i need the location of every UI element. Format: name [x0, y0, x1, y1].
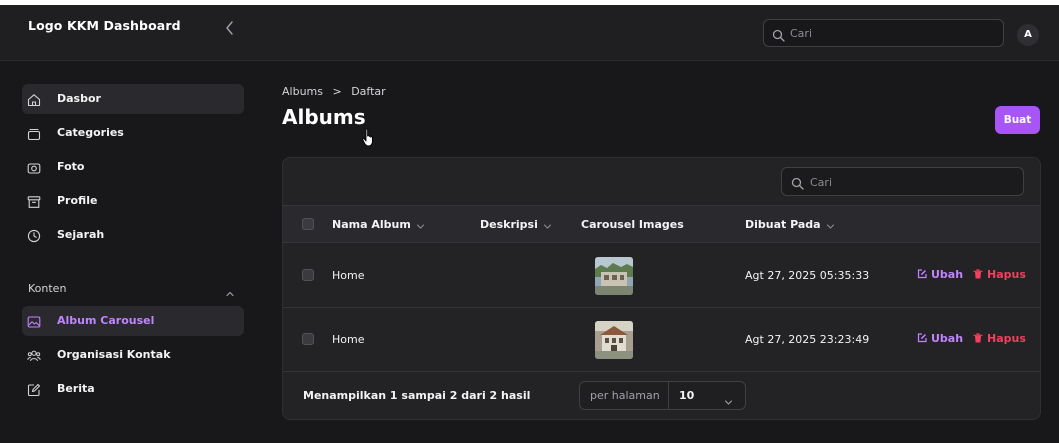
- created-at: Agt 27, 2025 23:23:49: [745, 333, 870, 346]
- page-title: Albums: [282, 105, 366, 129]
- per-page-label: per halaman: [590, 389, 660, 402]
- edit-label: Ubah: [931, 332, 964, 345]
- sidebar-item-dasbor[interactable]: Dasbor: [22, 84, 244, 114]
- edit-label: Ubah: [931, 268, 964, 281]
- column-header-label: Carousel Images: [581, 218, 684, 231]
- per-page-select[interactable]: per halaman 10: [579, 381, 746, 410]
- chevron-down-icon: [826, 221, 835, 230]
- sidebar-item-foto[interactable]: Foto: [22, 152, 244, 182]
- sidebar-item-categories[interactable]: Categories: [22, 118, 244, 148]
- carousel-image-thumbnail[interactable]: [595, 321, 633, 359]
- image-icon: [27, 314, 41, 328]
- create-button[interactable]: Buat: [995, 106, 1040, 134]
- sidebar-item-label: Categories: [57, 126, 124, 139]
- sidebar-item-album-carousel[interactable]: Album Carousel: [22, 306, 244, 336]
- edit-button[interactable]: Ubah: [917, 268, 963, 281]
- table-row: Home Agt 27, 2025 05:35:33 Ubah Hapus: [283, 244, 1040, 308]
- breadcrumb-daftar: Daftar: [351, 85, 386, 98]
- sidebar-item-label: Berita: [57, 382, 95, 395]
- column-header-nama-album[interactable]: Nama Album: [332, 218, 425, 231]
- global-search[interactable]: [763, 19, 1004, 47]
- edit-icon: [917, 269, 927, 279]
- user-avatar[interactable]: A: [1017, 24, 1039, 46]
- hand-cursor-icon: [362, 128, 376, 148]
- sidebar-group-konten[interactable]: Konten: [28, 282, 66, 295]
- table-header: Nama Album Deskripsi Carousel Images Dib…: [283, 205, 1040, 243]
- edit-icon: [27, 382, 41, 397]
- table-search[interactable]: [781, 167, 1024, 196]
- select-all-checkbox[interactable]: [302, 218, 314, 230]
- chevron-down-icon: [543, 221, 552, 230]
- collapse-sidebar-icon[interactable]: [224, 20, 236, 36]
- sidebar-item-sejarah[interactable]: Sejarah: [22, 220, 244, 250]
- breadcrumb-albums[interactable]: Albums: [282, 85, 323, 98]
- users-icon: [27, 348, 41, 362]
- created-at: Agt 27, 2025 05:35:33: [745, 269, 870, 282]
- trash-icon: [973, 333, 983, 343]
- trash-icon: [973, 269, 983, 279]
- row-checkbox[interactable]: [302, 333, 314, 345]
- sidebar-item-label: Dasbor: [57, 92, 101, 105]
- search-icon: [772, 27, 785, 42]
- column-header-carousel-images: Carousel Images: [581, 218, 684, 231]
- search-icon: [791, 175, 804, 190]
- sidebar: Dasbor Categories Foto Profile Sejarah K…: [0, 62, 262, 443]
- archive-icon: [27, 194, 41, 208]
- column-header-deskripsi[interactable]: Deskripsi: [480, 218, 552, 231]
- edit-button[interactable]: Ubah: [917, 332, 963, 345]
- sidebar-item-organisasi-kontak[interactable]: Organisasi Kontak: [22, 340, 244, 370]
- sidebar-item-label: Organisasi Kontak: [57, 348, 171, 361]
- box-icon: [27, 126, 41, 141]
- albums-table-card: Nama Album Deskripsi Carousel Images Dib…: [282, 157, 1041, 420]
- chevron-down-icon: [724, 392, 733, 405]
- clock-icon: [27, 228, 41, 243]
- sidebar-item-label: Sejarah: [57, 228, 105, 241]
- delete-button[interactable]: Hapus: [973, 332, 1026, 345]
- chevron-up-icon[interactable]: [225, 284, 235, 297]
- column-header-label: Deskripsi: [480, 218, 538, 231]
- delete-label: Hapus: [987, 332, 1026, 345]
- sidebar-item-berita[interactable]: Berita: [22, 374, 244, 404]
- sidebar-item-label: Profile: [57, 194, 98, 207]
- brand-logo[interactable]: Logo KKM Dashboard: [28, 18, 181, 33]
- home-icon: [27, 92, 41, 107]
- column-header-label: Nama Album: [332, 218, 411, 231]
- edit-icon: [917, 333, 927, 343]
- album-name: Home: [332, 333, 365, 346]
- carousel-image-thumbnail[interactable]: [595, 257, 633, 295]
- per-page-value: 10: [679, 389, 695, 402]
- table-search-input[interactable]: [810, 172, 1010, 192]
- sidebar-item-profile[interactable]: Profile: [22, 186, 244, 216]
- row-checkbox[interactable]: [302, 269, 314, 281]
- column-header-dibuat-pada[interactable]: Dibuat Pada: [745, 218, 835, 231]
- column-header-label: Dibuat Pada: [745, 218, 821, 231]
- global-search-input[interactable]: [790, 24, 990, 43]
- per-page-divider: [668, 382, 669, 409]
- chevron-down-icon: [416, 221, 425, 230]
- sidebar-item-label: Foto: [57, 160, 85, 173]
- album-name: Home: [332, 269, 365, 282]
- breadcrumb: Albums > Daftar: [282, 85, 392, 98]
- top-bar: Logo KKM Dashboard A: [0, 5, 1059, 61]
- delete-label: Hapus: [987, 268, 1026, 281]
- sidebar-item-label: Album Carousel: [57, 314, 155, 327]
- table-row: Home Agt 27, 2025 23:23:49 Ubah Hapus: [283, 308, 1040, 372]
- delete-button[interactable]: Hapus: [973, 268, 1026, 281]
- table-footer: Menampilkan 1 sampai 2 dari 2 hasil per …: [283, 372, 1040, 419]
- pagination-summary: Menampilkan 1 sampai 2 dari 2 hasil: [303, 389, 531, 402]
- breadcrumb-separator: >: [332, 85, 342, 98]
- camera-icon: [27, 160, 41, 174]
